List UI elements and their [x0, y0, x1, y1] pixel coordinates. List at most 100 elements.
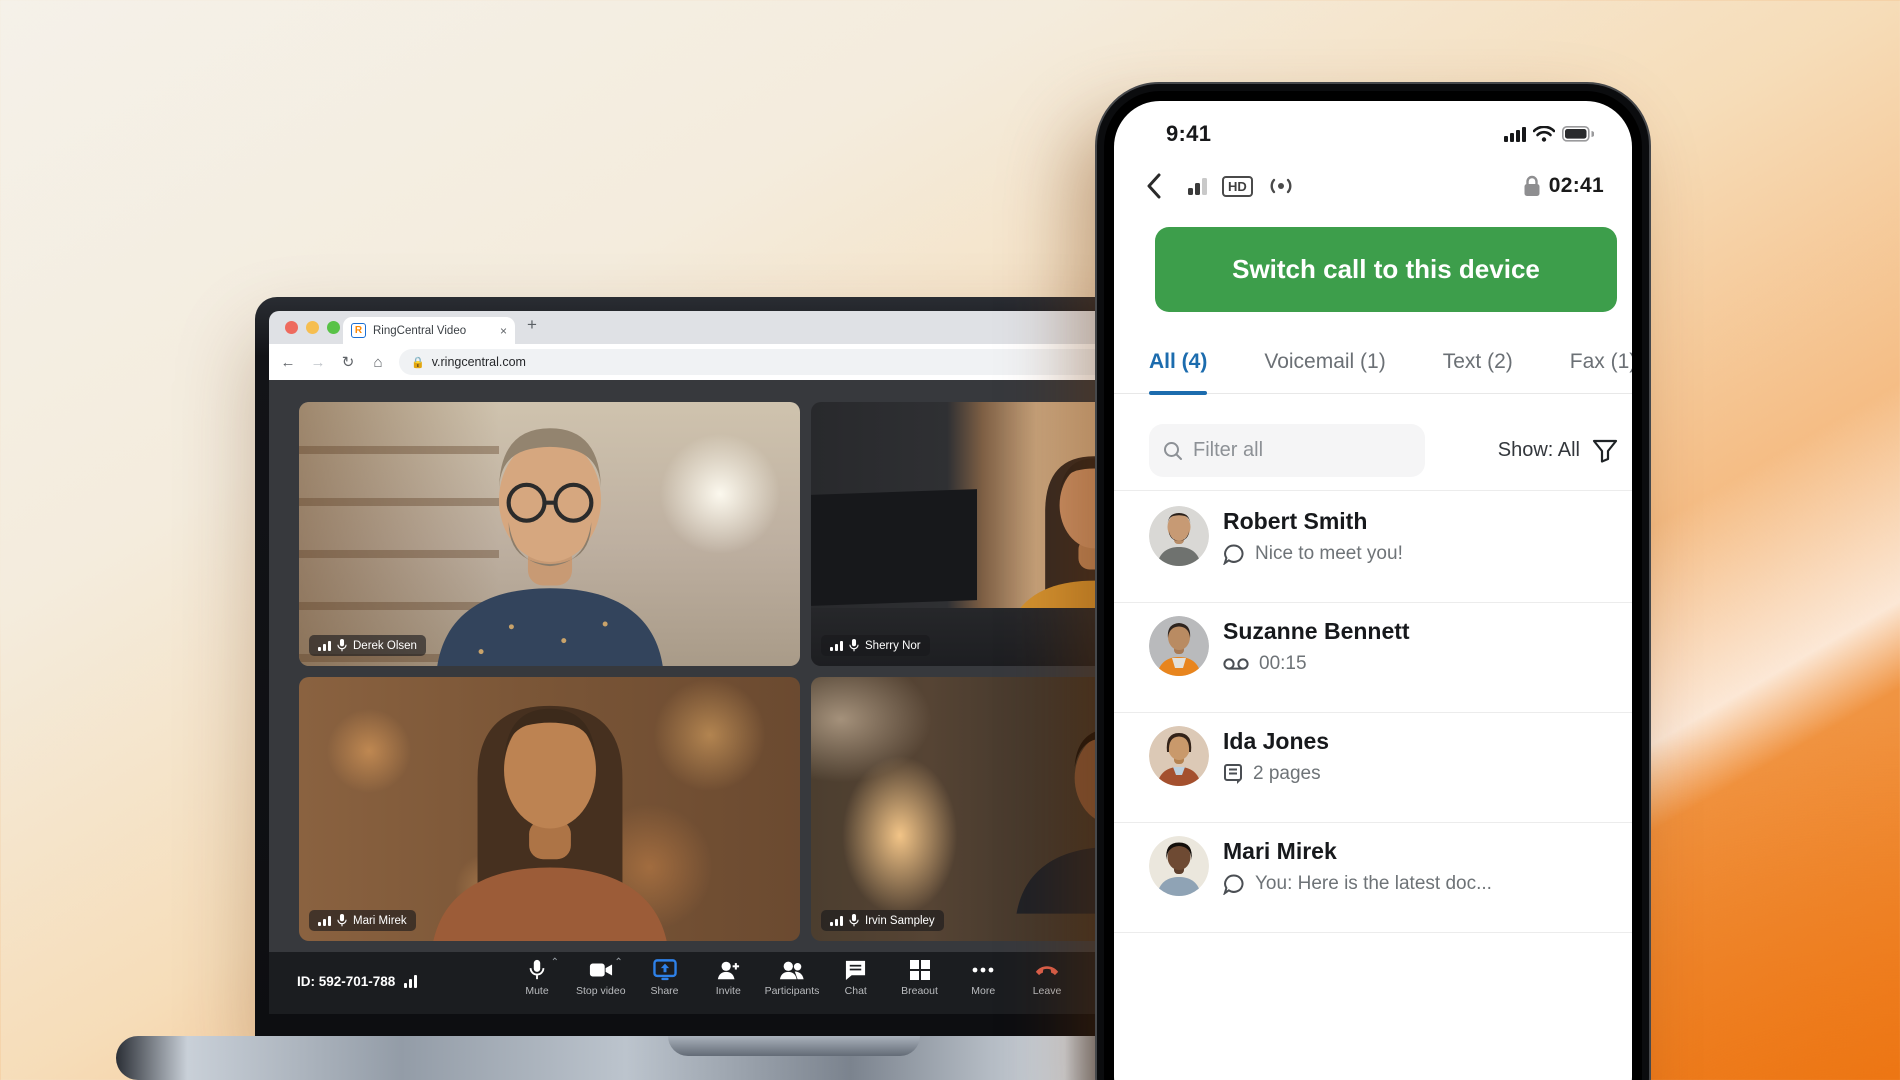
- mic-icon: [337, 639, 347, 652]
- participants-button[interactable]: Participants: [762, 959, 822, 997]
- control-label: Chat: [845, 985, 867, 997]
- contact-name: Robert Smith: [1223, 508, 1403, 535]
- reload-icon[interactable]: ↻: [339, 353, 357, 371]
- https-lock-icon: 🔒: [411, 356, 425, 369]
- tab-close-icon[interactable]: ×: [500, 324, 507, 338]
- call-duration: 02:41: [1549, 174, 1604, 198]
- laptop-base-notch: [668, 1036, 920, 1056]
- home-icon[interactable]: ⌂: [369, 354, 387, 371]
- share-screen-icon: [653, 959, 677, 981]
- cellular-signal-icon: [1504, 126, 1526, 142]
- phone-mockup: 9:41 HD 02:41 Switch call to this device: [1095, 82, 1651, 1080]
- zoom-window-button[interactable]: [327, 321, 340, 334]
- connection-signal-icon: [830, 916, 843, 926]
- share-button[interactable]: Share: [635, 959, 695, 997]
- invite-button[interactable]: Invite: [698, 959, 758, 997]
- participant-silhouette: [995, 690, 1107, 941]
- back-chevron-icon[interactable]: [1146, 173, 1162, 199]
- video-grid: Derek Olsen Sherry Nor: [299, 402, 1107, 941]
- ringcentral-favicon: R: [351, 323, 366, 338]
- phone-screen: 9:41 HD 02:41 Switch call to this device: [1114, 101, 1632, 1080]
- mic-icon: [849, 914, 859, 927]
- add-person-icon: [716, 959, 740, 981]
- show-filter-control[interactable]: Show: All: [1498, 439, 1618, 463]
- show-filter-label: Show: All: [1498, 439, 1580, 462]
- lock-icon: [1523, 175, 1541, 197]
- control-label: Mute: [525, 985, 548, 997]
- avatar: [1149, 836, 1209, 896]
- control-label: More: [971, 985, 995, 997]
- browser-window: R RingCentral Video × + ← → ↻ ⌂ 🔒 v.ring…: [269, 311, 1125, 1014]
- avatar: [1149, 506, 1209, 566]
- filter-input[interactable]: [1193, 439, 1393, 462]
- mic-icon: [849, 639, 859, 652]
- laptop-mockup: R RingCentral Video × + ← → ↻ ⌂ 🔒 v.ring…: [255, 297, 1139, 1038]
- participant-name: Irvin Sampley: [865, 915, 935, 927]
- participant-silhouette: [983, 415, 1107, 666]
- tab-text[interactable]: Text (2): [1443, 341, 1513, 393]
- laptop-base: [116, 1036, 1136, 1080]
- video-options-caret[interactable]: ⌃: [614, 957, 622, 968]
- leave-button[interactable]: Leave: [1017, 959, 1077, 997]
- participant-name: Mari Mirek: [353, 915, 407, 927]
- list-item-robert-smith[interactable]: Robert Smith Nice to meet you!: [1114, 493, 1632, 603]
- meeting-signal-icon: [404, 975, 417, 988]
- message-preview: You: Here is the latest doc...: [1255, 873, 1492, 895]
- control-label: Leave: [1033, 985, 1062, 997]
- camera-icon: [589, 959, 613, 981]
- message-tabs: All (4) Voicemail (1) Text (2) Fax (1): [1114, 341, 1632, 394]
- mute-button[interactable]: ⌃ Mute: [507, 959, 567, 997]
- message-preview: Nice to meet you!: [1255, 543, 1403, 565]
- breakout-button[interactable]: Breaout: [890, 959, 950, 997]
- tab-voicemail[interactable]: Voicemail (1): [1264, 341, 1385, 393]
- minimize-window-button[interactable]: [306, 321, 319, 334]
- forward-icon[interactable]: →: [309, 354, 327, 371]
- participant-name-label: Mari Mirek: [309, 910, 416, 931]
- meeting-id-text: ID: 592-701-788: [297, 974, 395, 989]
- search-icon: [1163, 441, 1183, 461]
- breakout-grid-icon: [909, 959, 931, 981]
- control-label: Stop video: [576, 985, 626, 997]
- contact-name: Ida Jones: [1223, 728, 1329, 755]
- switch-call-button[interactable]: Switch call to this device: [1155, 227, 1617, 312]
- new-tab-button[interactable]: +: [527, 315, 537, 335]
- video-tile-irvin: Irvin Sampley: [811, 677, 1107, 941]
- stop-video-button[interactable]: ⌃ Stop video: [571, 959, 631, 997]
- list-item-suzanne-bennett[interactable]: Suzanne Bennett 00:15: [1114, 603, 1632, 713]
- address-bar[interactable]: 🔒 v.ringcentral.com: [399, 349, 1115, 375]
- list-item-mari-mirek[interactable]: Mari Mirek You: Here is the latest doc..…: [1114, 823, 1632, 933]
- chat-button[interactable]: Chat: [826, 959, 886, 997]
- message-preview: 00:15: [1259, 653, 1307, 675]
- participant-name-label: Irvin Sampley: [821, 910, 944, 931]
- back-icon[interactable]: ←: [279, 354, 297, 371]
- participant-silhouette: [389, 692, 710, 941]
- participant-name: Derek Olsen: [353, 640, 417, 652]
- close-window-button[interactable]: [285, 321, 298, 334]
- chat-bubble-icon: [1223, 544, 1245, 565]
- avatar: [1149, 726, 1209, 786]
- phone-bezel: 9:41 HD 02:41 Switch call to this device: [1104, 91, 1642, 1080]
- audio-source-icon[interactable]: [1265, 176, 1297, 196]
- funnel-filter-icon[interactable]: [1592, 439, 1618, 463]
- window-controls: [285, 321, 340, 334]
- mute-options-caret[interactable]: ⌃: [551, 957, 559, 968]
- filter-row: Show: All: [1114, 411, 1632, 491]
- control-label: Breaout: [901, 985, 938, 997]
- browser-tab[interactable]: R RingCentral Video ×: [343, 317, 515, 344]
- participant-name-label: Derek Olsen: [309, 635, 426, 656]
- meeting-control-bar: ID: 592-701-788 ⌃ Mute ⌃ Stop video: [269, 952, 1125, 1014]
- active-call-bar: HD 02:41: [1114, 163, 1632, 209]
- call-quality-icon: [1188, 176, 1210, 196]
- list-item-ida-jones[interactable]: Ida Jones 2 pages: [1114, 713, 1632, 823]
- chat-icon: [844, 959, 867, 981]
- filter-search-field[interactable]: [1149, 424, 1425, 477]
- tab-all[interactable]: All (4): [1149, 341, 1207, 393]
- tab-title: RingCentral Video: [373, 325, 493, 337]
- control-label: Invite: [716, 985, 741, 997]
- hd-badge: HD: [1222, 176, 1253, 197]
- more-dots-icon: [971, 959, 995, 981]
- tab-fax[interactable]: Fax (1): [1570, 341, 1632, 393]
- more-button[interactable]: More: [953, 959, 1013, 997]
- mic-icon: [337, 914, 347, 927]
- participant-name: Sherry Nor: [865, 640, 921, 652]
